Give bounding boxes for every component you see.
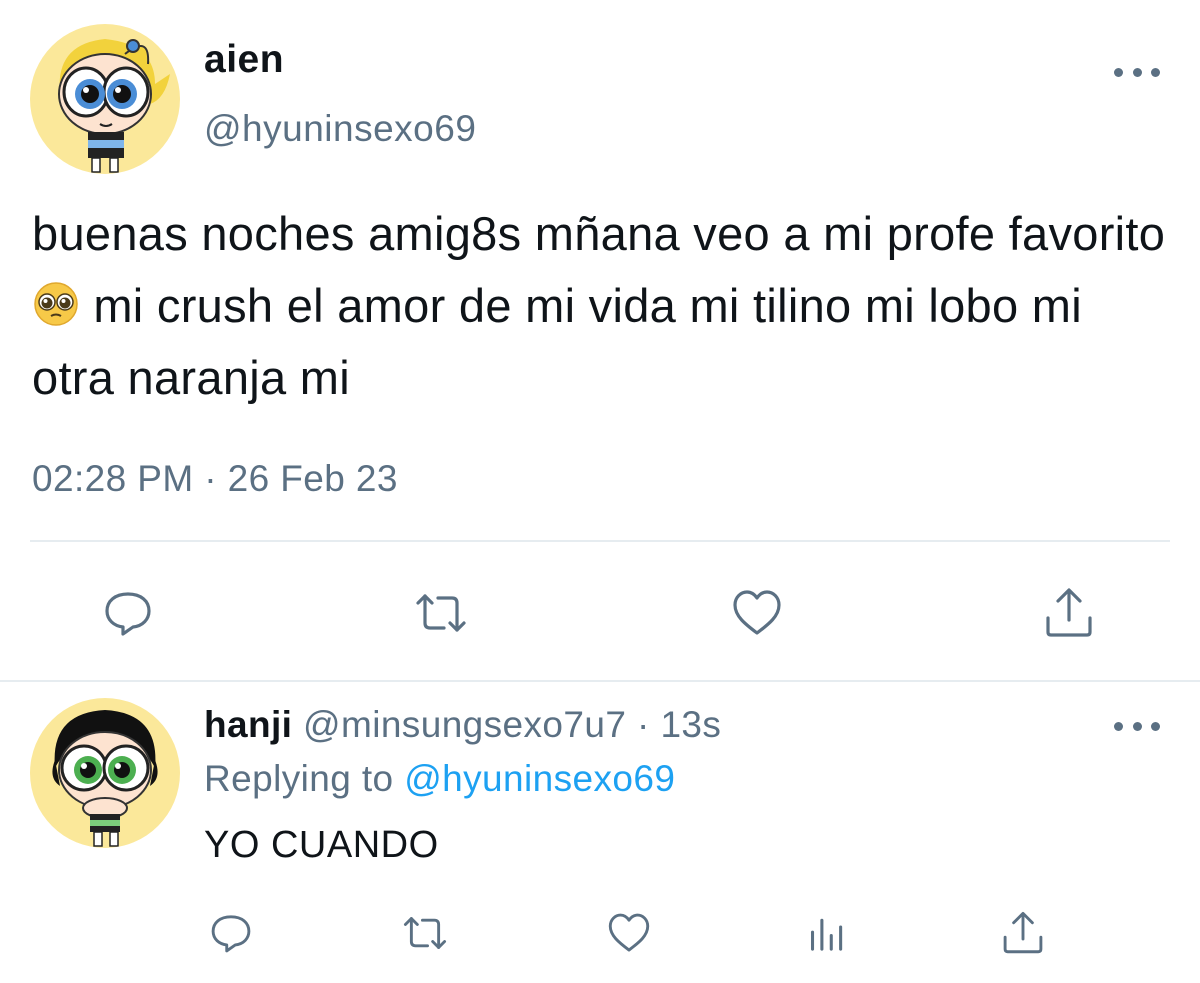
reply-header: hanji @minsungsexo7u7 · 13s: [204, 704, 721, 746]
like-icon[interactable]: [730, 586, 784, 640]
replying-to: Replying to @hyuninsexo69: [204, 758, 675, 800]
reply-time-ago[interactable]: 13s: [660, 704, 721, 745]
retweet-icon[interactable]: [414, 586, 468, 640]
reply-author-name[interactable]: hanji: [204, 704, 292, 745]
tweet-text-part-2: mi crush el amor de mi vida mi tilino mi…: [32, 279, 1082, 404]
analytics-icon[interactable]: [804, 910, 850, 956]
more-options-icon[interactable]: [1114, 64, 1160, 80]
like-icon[interactable]: [606, 910, 652, 956]
share-icon[interactable]: [1000, 910, 1046, 956]
tweet-timestamp[interactable]: 02:28 PM · 26 Feb 23: [32, 458, 398, 500]
reply-icon[interactable]: [101, 586, 155, 640]
more-options-icon[interactable]: [1114, 718, 1160, 734]
divider: [30, 540, 1170, 542]
separator: ·: [637, 704, 650, 745]
buttercup-avatar[interactable]: [30, 698, 180, 848]
bubbles-avatar[interactable]: [30, 24, 180, 174]
share-icon[interactable]: [1042, 586, 1096, 640]
reply-icon[interactable]: [208, 910, 254, 956]
retweet-icon[interactable]: [402, 910, 448, 956]
tweet-text: buenas noches amig8s mñana veo a mi prof…: [32, 198, 1172, 414]
reply-author-handle[interactable]: @minsungsexo7u7: [303, 704, 626, 745]
replying-to-label: Replying to: [204, 758, 394, 799]
tweet-text-part-1: buenas noches amig8s mñana veo a mi prof…: [32, 207, 1166, 260]
divider: [0, 680, 1200, 682]
author-name[interactable]: aien: [204, 38, 284, 82]
pleading-face-emoji: [34, 282, 78, 326]
replying-to-handle-link[interactable]: @hyuninsexo69: [404, 758, 675, 799]
author-handle[interactable]: @hyuninsexo69: [204, 108, 476, 150]
reply-text: YO CUANDO: [204, 824, 439, 866]
